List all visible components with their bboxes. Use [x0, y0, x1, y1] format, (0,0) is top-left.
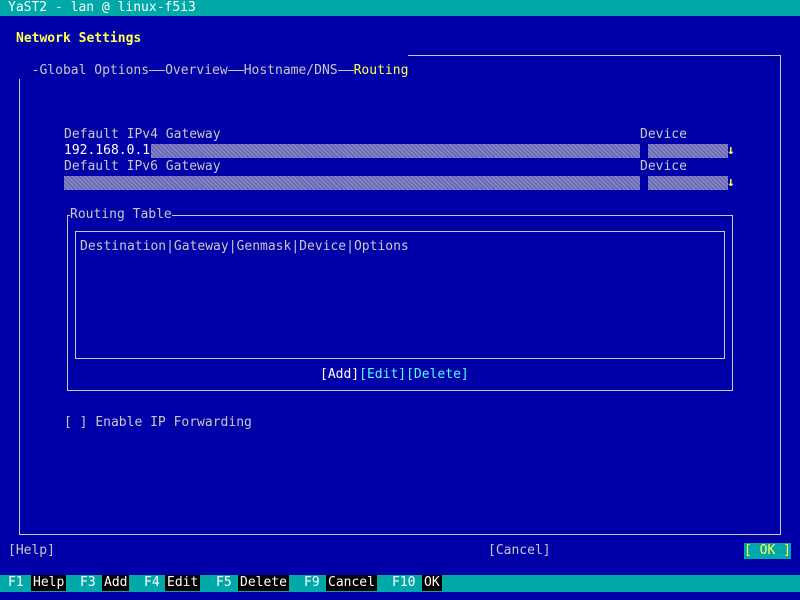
tab-routing[interactable]: Routing	[354, 63, 409, 78]
routing-table-buttons: [Add][Edit][Delete]	[320, 367, 469, 383]
column-options[interactable]: Options	[354, 239, 409, 254]
ipv6-device-label: Device	[640, 159, 687, 174]
fkey-f3-label: Add	[102, 575, 130, 591]
tab-separator	[337, 70, 354, 71]
tab-global-options[interactable]: Global Options	[39, 63, 149, 78]
tab-overview[interactable]: Overview	[165, 63, 228, 78]
ipv6-device-select[interactable]	[648, 176, 728, 190]
column-device[interactable]: Device	[299, 239, 346, 254]
fkey-f5-key: F5	[216, 575, 232, 590]
ipv4-device-label: Device	[640, 127, 687, 142]
cancel-button[interactable]: [Cancel]	[488, 543, 551, 559]
dialog-title: Network Settings	[16, 31, 142, 46]
add-button[interactable]: [Add]	[320, 367, 359, 382]
column-destination[interactable]: Destination	[80, 239, 166, 254]
routing-table-title: Routing Table	[70, 207, 172, 223]
help-button[interactable]: [Help]	[8, 543, 55, 559]
ipv4-device-dropdown-arrow-icon[interactable]: ↓	[727, 143, 735, 159]
routing-table-header: Destination|Gateway|Genmask|Device|Optio…	[80, 239, 409, 254]
ok-button[interactable]: [ OK ]	[744, 543, 791, 559]
ip-forwarding-row[interactable]: [ ] Enable IP Forwarding	[64, 415, 252, 431]
ipv6-device-dropdown-arrow-icon[interactable]: ↓	[727, 175, 735, 191]
tab-separator	[227, 70, 244, 71]
tab-bar: -Global Options Overview Hostname/DNS Routi…	[16, 47, 409, 79]
ipv6-gateway-input[interactable]	[64, 176, 640, 190]
fkey-f10-key: F10	[392, 575, 416, 590]
fkey-f9-key: F9	[304, 575, 320, 590]
ipv4-gateway-input[interactable]: 192.168.0.1	[64, 143, 640, 159]
ipv4-gateway-label: Default IPv4 Gateway	[64, 127, 221, 142]
fkey-f1-label: Help	[31, 575, 67, 591]
ip-forwarding-label: Enable IP Forwarding	[95, 415, 252, 430]
column-genmask[interactable]: Genmask	[237, 239, 292, 254]
fkey-f3-key: F3	[80, 575, 96, 590]
window-title: YaST2 - lan @ linux-f5i3	[8, 0, 196, 15]
fkey-f1-key: F1	[8, 575, 24, 590]
fkey-f5-label: Delete	[238, 575, 289, 591]
ipv6-gateway-label: Default IPv6 Gateway	[64, 159, 221, 174]
fkey-f10-label: OK	[422, 575, 442, 591]
ip-forwarding-checkbox[interactable]: [ ]	[64, 415, 87, 430]
edit-button[interactable]: [Edit]	[359, 367, 406, 382]
window-title-bar: YaST2 - lan @ linux-f5i3	[0, 0, 800, 16]
tab-separator	[149, 70, 166, 71]
fkey-f4-label: Edit	[165, 575, 201, 591]
fkey-f4-key: F4	[144, 575, 160, 590]
function-key-bar: F1 Help F3 Add F4 Edit F5 Delete F9 Canc…	[0, 575, 800, 592]
column-gateway[interactable]: Gateway	[174, 239, 229, 254]
fkey-f9-label: Cancel	[326, 575, 377, 591]
tab-hostname-dns[interactable]: Hostname/DNS	[244, 63, 338, 78]
delete-button[interactable]: [Delete]	[406, 367, 469, 382]
ipv4-gateway-value: 192.168.0.1	[64, 143, 152, 159]
ipv4-device-select[interactable]	[648, 144, 728, 158]
